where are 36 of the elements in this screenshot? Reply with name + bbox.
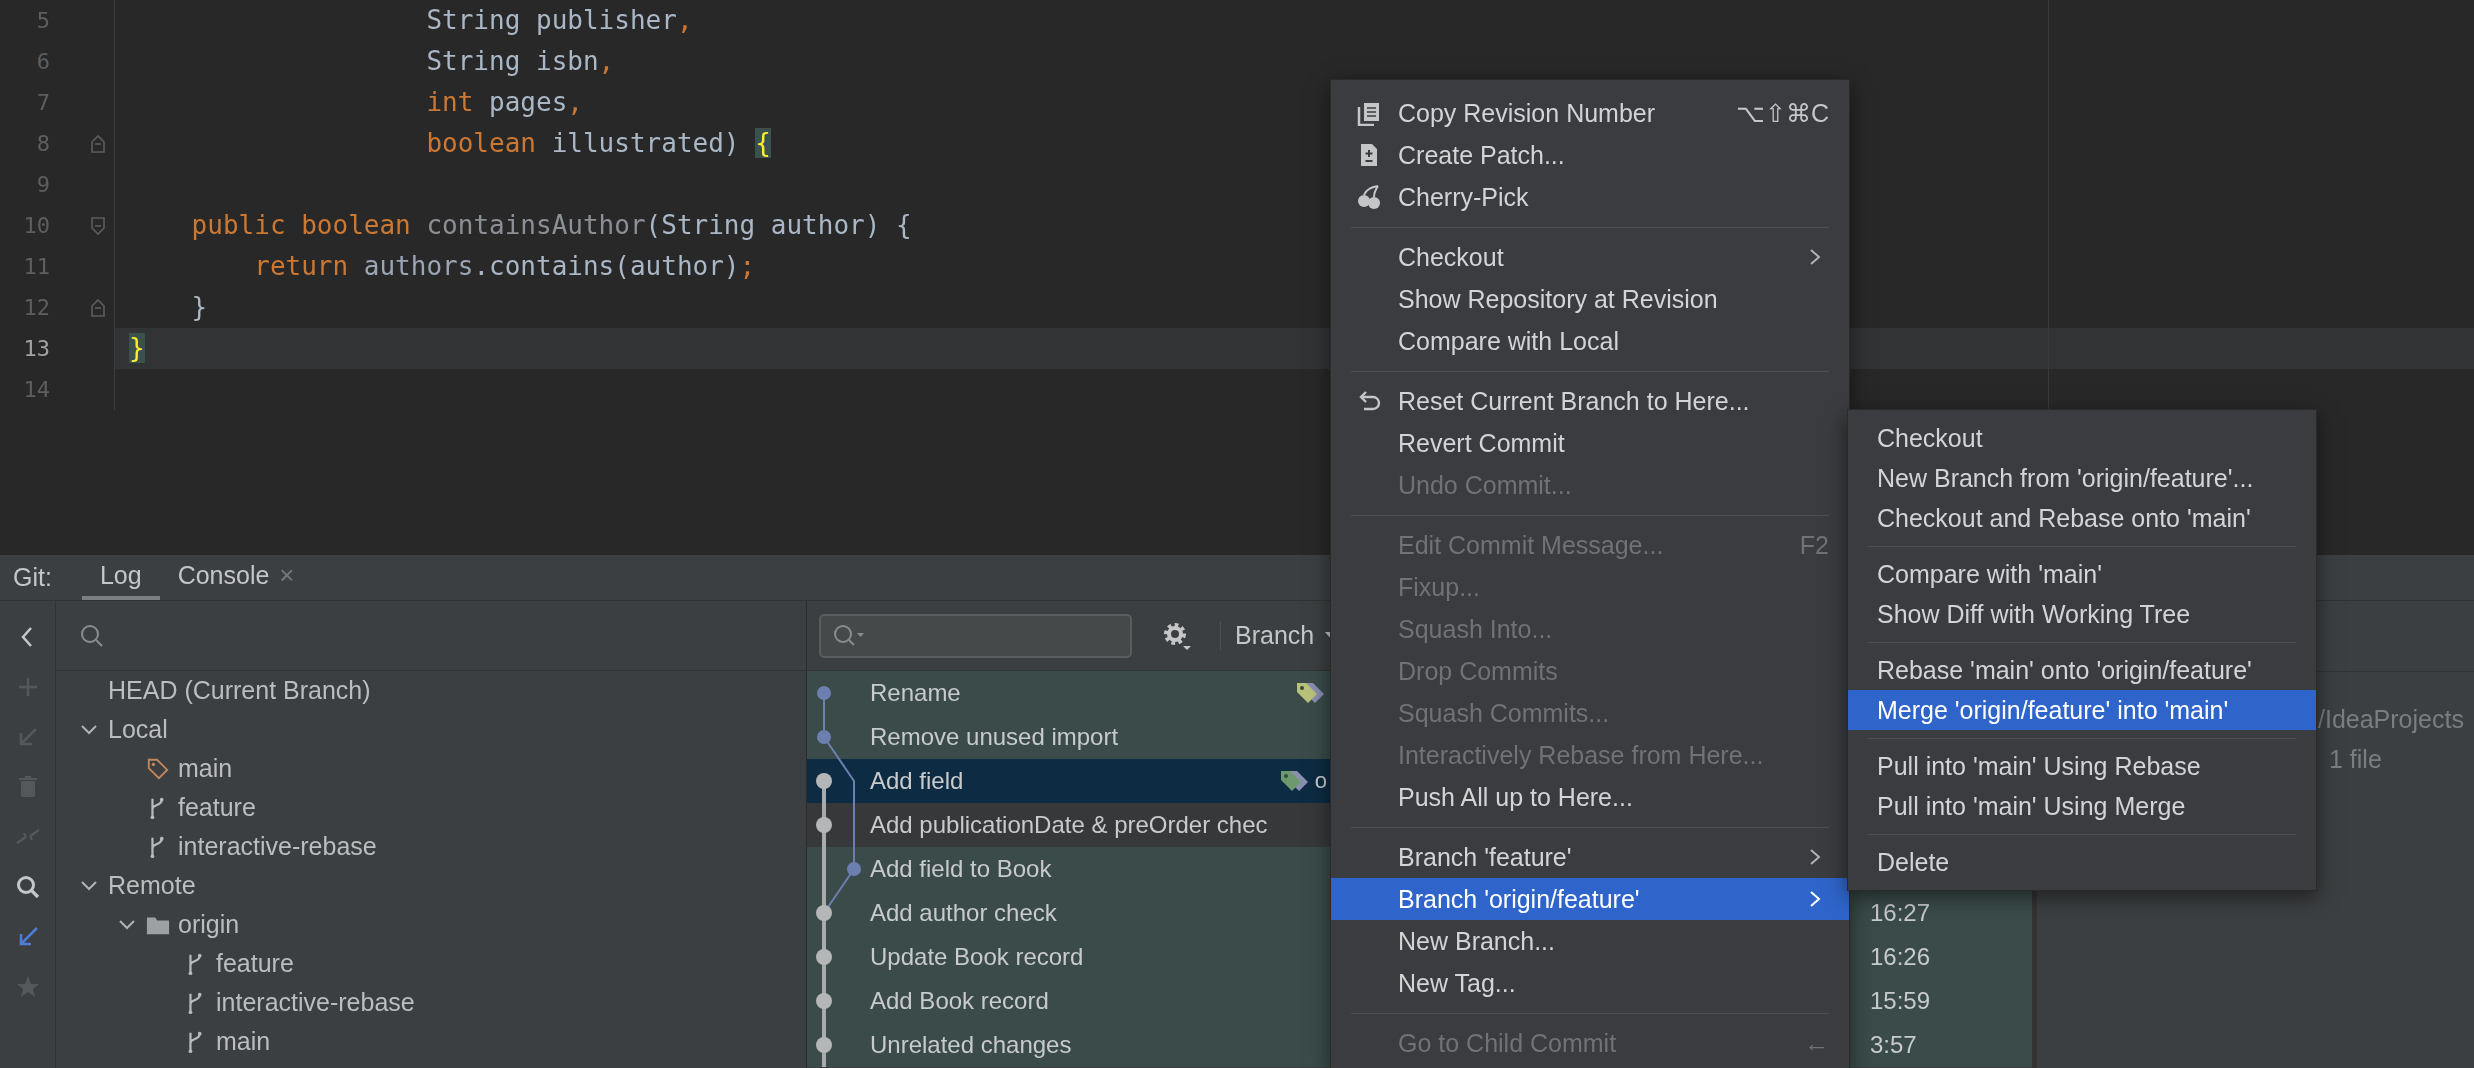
code-line: boolean illustrated) { <box>425 127 771 160</box>
shortcut-text: ⌥⇧⌘C <box>1735 98 1829 128</box>
commit-time: 16:27 <box>1869 899 1932 927</box>
line-number: 5 <box>35 8 50 33</box>
code-line: String publisher, <box>425 4 693 37</box>
code-line: public boolean containsAuthor(String author) { <box>190 209 912 242</box>
commit-message: Add field <box>870 767 965 795</box>
commit-message: Add publicationDate & preOrder chec <box>870 811 1269 839</box>
shortcut-text: ← <box>1804 1028 1829 1058</box>
commit-time: 16:26 <box>1869 943 1932 971</box>
commit-message: Add field to Book <box>870 855 1053 883</box>
commit-time: 15:59 <box>1869 987 1932 1015</box>
commit-time: 3:57 <box>1869 1031 1918 1059</box>
line-number: 11 <box>22 254 50 279</box>
commit-message: Add Book record <box>870 987 1050 1015</box>
code-line: int pages, <box>425 86 583 119</box>
file-path: /IdeaProjects <box>2318 705 2464 734</box>
tool-window-title: Git: <box>13 563 52 592</box>
line-number: 9 <box>35 172 50 197</box>
line-number: 7 <box>35 90 50 115</box>
commit-message: Remove unused import <box>870 723 1120 751</box>
line-number: 12 <box>22 295 50 320</box>
line-number: 6 <box>35 49 50 74</box>
line-number: 10 <box>22 213 50 238</box>
commit-message: Rename <box>870 679 962 707</box>
code-line: return authors.contains(author); <box>253 250 756 283</box>
code-line: String isbn, <box>425 45 615 78</box>
branch-label: o <box>1314 768 1327 794</box>
line-number: 8 <box>35 131 50 156</box>
commit-message: Update Book record <box>870 943 1085 971</box>
code-line: } <box>190 291 208 324</box>
line-number: 13 <box>22 336 50 361</box>
commit-message: Unrelated changes <box>870 1031 1073 1059</box>
commit-message: Add author check <box>870 899 1058 927</box>
line-number: 14 <box>22 377 50 402</box>
file-count: 1 file <box>2329 745 2382 774</box>
